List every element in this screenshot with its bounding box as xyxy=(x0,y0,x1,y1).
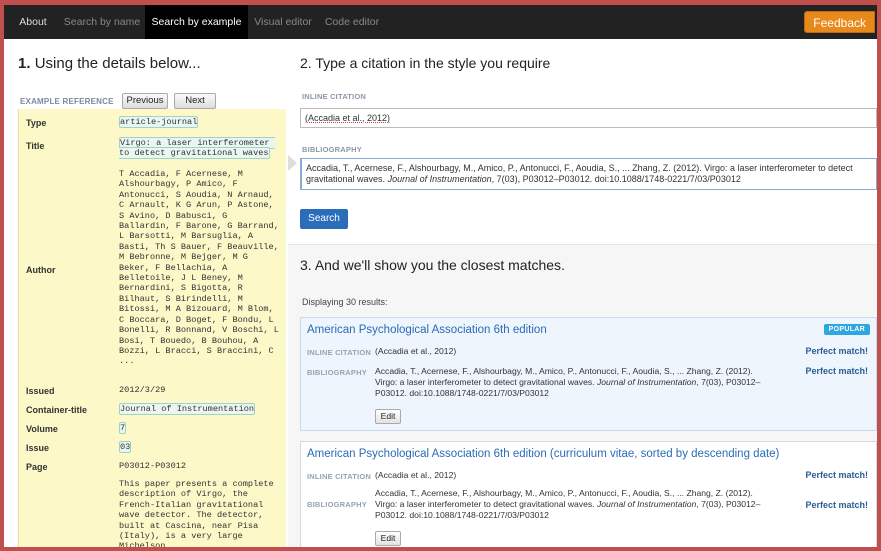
popular-badge: POPULAR xyxy=(823,324,870,335)
bibliography-value-journal: Journal of Instrumentation xyxy=(387,174,492,184)
results-section: 3. And we'll show you the closest matche… xyxy=(288,245,877,547)
field-value-abstract: This paper presents a complete descripti… xyxy=(119,479,279,551)
field-value-type: article-journal xyxy=(119,116,279,128)
nav-search-by-name[interactable]: Search by name xyxy=(62,5,142,39)
edit-button[interactable]: Edit xyxy=(375,409,401,424)
search-button[interactable]: Search xyxy=(300,209,348,229)
type-highlight: article-journal xyxy=(119,116,199,128)
right-panel: 2. Type a citation in the style you requ… xyxy=(288,39,877,547)
title-highlight: Virgo: a laser interferometer to detect … xyxy=(119,137,275,160)
result-inline-label: INLINE CITATION xyxy=(307,348,371,357)
result-bib-journal: Journal of Instrumentation xyxy=(596,377,697,387)
field-key-issued: Issued xyxy=(26,386,55,396)
bibliography-input[interactable]: Accadia, T., Acernese, F., Alshourbagy, … xyxy=(300,158,877,190)
result-bibliography: Accadia, T., Acernese, F., Alshourbagy, … xyxy=(375,366,775,399)
example-reference-label: EXAMPLE REFERENCE xyxy=(20,97,114,106)
field-key-volume: Volume xyxy=(26,424,58,434)
container-highlight: Journal of Instrumentation xyxy=(119,403,256,415)
field-key-container-title: Container-title xyxy=(26,405,88,415)
result-bibliography-label: BIBLIOGRAPHY xyxy=(307,500,367,509)
result-style-title[interactable]: American Psychological Association 6th e… xyxy=(307,448,779,460)
citation-input-section: 2. Type a citation in the style you requ… xyxy=(288,39,877,245)
result-inline-citation: (Accadia et al., 2012) xyxy=(375,470,457,480)
field-value-volume: 7 xyxy=(119,422,279,434)
field-value-issued: 2012/3/29 xyxy=(119,385,166,395)
pointer-arrow xyxy=(288,155,297,171)
step3-text: And we'll show you the closest matches. xyxy=(314,257,565,273)
result-inline-label: INLINE CITATION xyxy=(307,472,371,481)
issue-highlight: 03 xyxy=(119,441,132,453)
feedback-button[interactable]: Feedback xyxy=(804,11,875,33)
result-bibliography-match: Perfect match! xyxy=(805,366,868,376)
field-value-title: Virgo: a laser interferometer to detect … xyxy=(119,137,279,160)
result-bibliography: Accadia, T., Acernese, F., Alshourbagy, … xyxy=(375,488,775,521)
field-key-author: Author xyxy=(26,265,56,275)
result-bib-journal: Journal of Instrumentation xyxy=(596,499,697,509)
step1-heading: 1. Using the details below... xyxy=(18,55,201,72)
step1-number: 1. xyxy=(18,55,31,72)
step3-heading: 3. And we'll show you the closest matche… xyxy=(300,257,565,273)
results-count: Displaying 30 results: xyxy=(302,297,388,307)
field-value-page: P03012-P03012 xyxy=(119,461,187,471)
result-style-title[interactable]: American Psychological Association 6th e… xyxy=(307,324,547,336)
example-reference-box: Type article-journal Title Virgo: a lase… xyxy=(18,109,286,551)
nav-visual-editor[interactable]: Visual editor xyxy=(252,5,314,39)
app-frame: About Search by name Search by example V… xyxy=(0,0,881,551)
edit-button[interactable]: Edit xyxy=(375,531,401,546)
field-key-issue: Issue xyxy=(26,443,50,453)
step1-text: Using the details below... xyxy=(34,55,201,72)
field-key-type: Type xyxy=(26,118,47,128)
field-value-issue: 03 xyxy=(119,441,279,453)
step2-heading: 2. Type a citation in the style you requ… xyxy=(300,55,550,71)
nav-about[interactable]: About xyxy=(14,5,52,39)
next-button[interactable]: Next xyxy=(174,93,216,109)
bibliography-label: BIBLIOGRAPHY xyxy=(302,145,362,154)
inline-citation-label: INLINE CITATION xyxy=(302,92,366,101)
result-bibliography-match: Perfect match! xyxy=(805,500,868,510)
bibliography-value-tail: , 7(03), P03012–P03012. doi:10.1088/1748… xyxy=(491,174,741,184)
result-inline-match: Perfect match! xyxy=(805,346,868,356)
previous-button[interactable]: Previous xyxy=(122,93,168,109)
nav-search-by-example[interactable]: Search by example xyxy=(145,5,248,39)
step2-text: Type a citation in the style you require xyxy=(315,55,551,71)
result-card: American Psychological Association 6th e… xyxy=(300,317,877,431)
step3-number: 3. xyxy=(300,257,312,273)
result-inline-match: Perfect match! xyxy=(805,470,868,480)
field-key-title: Title xyxy=(26,141,45,151)
field-value-container-title: Journal of Instrumentation xyxy=(119,403,279,415)
volume-highlight: 7 xyxy=(119,422,127,434)
result-card: American Psychological Association 6th e… xyxy=(300,441,877,547)
left-panel: 1. Using the details below... EXAMPLE RE… xyxy=(4,39,286,551)
inline-citation-input[interactable]: (Accadia et al., 2012) xyxy=(300,108,877,128)
result-bibliography-label: BIBLIOGRAPHY xyxy=(307,368,367,377)
inline-citation-value: (Accadia et al., 2012) xyxy=(305,113,391,123)
field-value-author: T Accadia, F Acernese, M Alshourbagy, P … xyxy=(119,169,279,367)
nav-code-editor[interactable]: Code editor xyxy=(322,5,382,39)
step2-number: 2. xyxy=(300,55,312,71)
top-nav: About Search by name Search by example V… xyxy=(4,5,877,39)
field-key-page: Page xyxy=(26,462,48,472)
result-inline-citation: (Accadia et al., 2012) xyxy=(375,346,457,356)
